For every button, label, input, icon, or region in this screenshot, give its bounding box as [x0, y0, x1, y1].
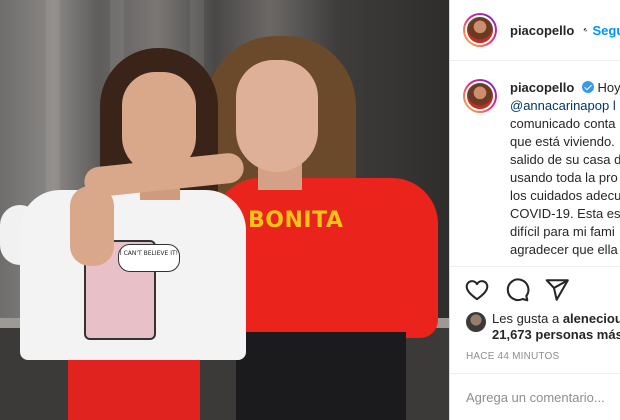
caption-line: los cuidados adecu [510, 188, 620, 203]
caption-line: Hoy [597, 80, 620, 95]
hand-on-shoulder [70, 186, 114, 266]
heart-icon[interactable] [464, 277, 490, 303]
follow-button[interactable]: Seguir [593, 23, 620, 38]
caption-username[interactable]: piacopello [510, 80, 574, 95]
caption-line: difícil para mi fami [510, 224, 615, 239]
likes-summary: Les gusta a alenecious 21,673 personas m… [466, 311, 620, 343]
add-comment-bar [450, 373, 620, 420]
likes-count[interactable]: 21,673 personas más [492, 327, 620, 342]
liker-avatar[interactable] [466, 312, 486, 332]
tshirt-print-text: BONITA [248, 208, 344, 233]
caption-line: salido de su casa d [510, 152, 620, 167]
verified-badge-icon [581, 81, 594, 93]
liker-username[interactable]: alenecious [563, 311, 620, 326]
action-bar [450, 266, 620, 313]
woman-right-face [236, 60, 318, 172]
post-header: piacopello • Seguir [450, 0, 620, 61]
caption-line: que está viviendo. [510, 134, 615, 149]
red-tshirt [214, 178, 438, 338]
paper-plane-icon[interactable] [544, 277, 570, 303]
black-pants [236, 332, 406, 420]
caption-line: agradecer que ella [510, 242, 618, 257]
red-jeans [68, 360, 200, 420]
caption-area: piacopello Hoy @annacarinapop l comunica… [450, 61, 620, 266]
author-username[interactable]: piacopello [510, 23, 574, 38]
author-avatar[interactable] [463, 13, 497, 47]
caption-line: comunicado conta [510, 116, 616, 131]
tshirt-speech-bubble: I CAN'T BELIEVE IT! [118, 244, 180, 272]
caption-text: piacopello Hoy @annacarinapop l comunica… [510, 79, 620, 266]
comment-icon[interactable] [504, 277, 530, 303]
caption-line: usando toda la pro [510, 170, 618, 185]
caption-line: COVID-19. Esta es [510, 206, 620, 221]
post-photo[interactable]: BONITA I CAN'T BELIEVE IT! [0, 0, 449, 420]
caption-mention[interactable]: @annacarinapop l [510, 97, 620, 115]
caption-author-avatar[interactable] [463, 79, 497, 113]
comment-input[interactable] [466, 389, 616, 405]
post-timestamp[interactable]: HACE 44 MINUTOS [466, 351, 559, 362]
post-sidebar: piacopello • Seguir piacopello Hoy @anna… [449, 0, 620, 420]
likes-prefix: Les gusta a [492, 311, 563, 326]
